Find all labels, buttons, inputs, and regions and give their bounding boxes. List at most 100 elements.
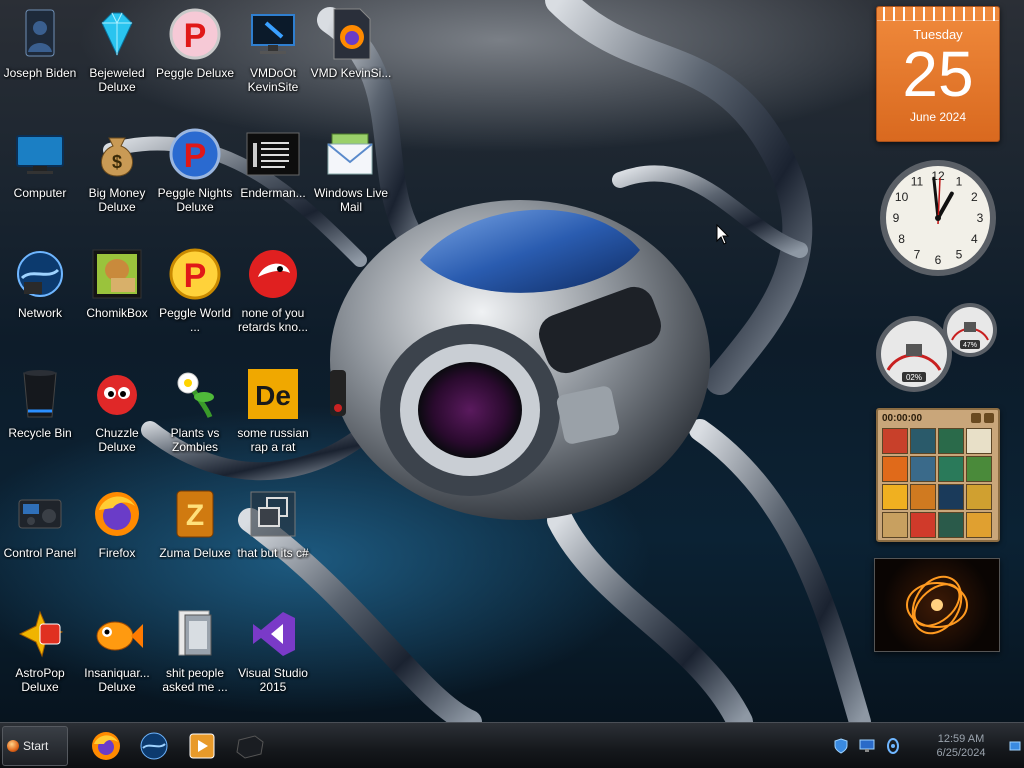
desktop-icon-windows-live-mail[interactable]: Windows Live Mail (311, 126, 391, 236)
computer-icon (12, 126, 68, 182)
desktop-icon-computer[interactable]: Computer (0, 126, 80, 236)
taskbar-firefox[interactable] (84, 726, 128, 766)
puzzle-grid (878, 426, 998, 540)
desktop-icon-label: AstroPop Deluxe (15, 666, 65, 694)
network-globe-icon (12, 246, 68, 302)
desktop-icon-peggle-nights-deluxe[interactable]: P Peggle Nights Deluxe (155, 126, 235, 236)
puzzle-tile[interactable] (966, 484, 992, 510)
desktop-icon-control-panel[interactable]: Control Panel (0, 486, 80, 596)
puzzle-tile[interactable] (966, 512, 992, 538)
tray-volume[interactable] (883, 736, 903, 756)
puzzle-tile[interactable] (938, 512, 964, 538)
desktop-icon-vmd-kevinsi[interactable]: VMD KevinSi... (311, 6, 391, 116)
puzzle-tile[interactable] (966, 456, 992, 482)
tray-clock[interactable]: 12:59 AM 6/25/2024 (924, 732, 998, 760)
desktop-icon-label: Firefox (98, 546, 136, 560)
de-icon: De (245, 366, 301, 422)
tray-network[interactable] (857, 736, 877, 756)
taskbar-media-player[interactable] (180, 726, 224, 766)
taskbar-globe[interactable] (132, 726, 176, 766)
puzzle-tile[interactable] (938, 484, 964, 510)
start-button[interactable]: Start (2, 725, 68, 766)
hamster-box-icon (89, 246, 145, 302)
desktop-icon-label: none of you retards kno... (237, 306, 309, 334)
globe-icon (140, 732, 168, 759)
start-orb-icon (7, 739, 19, 752)
desktop-icon-zuma-deluxe[interactable]: Z Zuma Deluxe (155, 486, 235, 596)
desktop-icon-label: Control Panel (3, 546, 77, 560)
desktop-icon-peggle-world[interactable]: P Peggle World ... (155, 246, 235, 356)
desktop-icon-label: VMDoOt KevinSite (247, 66, 299, 94)
desktop-icon-label: Peggle Deluxe (155, 66, 235, 80)
desktop-icon-label: Big Money Deluxe (88, 186, 146, 214)
desktop-icon-astropop-deluxe[interactable]: AstroPop Deluxe (0, 606, 80, 716)
file-folder-icon (167, 606, 223, 662)
desktop-icon-that-but-its-csharp[interactable]: that but its c# (233, 486, 313, 596)
calendar-month-year: June 2024 (909, 110, 967, 124)
puzzle-tile[interactable] (882, 428, 908, 454)
desktop-icon-shit-people-asked-me[interactable]: shit people asked me ... (155, 606, 235, 716)
network-icon (859, 739, 875, 752)
puzzle-tile[interactable] (910, 512, 936, 538)
picture-puzzle-gadget[interactable]: 00:00:00 (876, 408, 1000, 542)
puzzle-tile[interactable] (882, 512, 908, 538)
slideshow-gadget[interactable] (874, 558, 1000, 652)
desktop-icon-label: Enderman... (240, 186, 306, 200)
desktop-icon-label: Recycle Bin (8, 426, 72, 440)
desktop-icon-plants-vs-zombies[interactable]: Plants vs Zombies (155, 366, 235, 476)
desktop-icon-big-money-deluxe[interactable]: $ Big Money Deluxe (77, 126, 157, 236)
desktop-icon-vmdoot-kevinsite[interactable]: VMDoOt KevinSite (233, 6, 313, 116)
puzzle-tile[interactable] (910, 456, 936, 482)
system-tray: 12:59 AM 6/25/2024 (828, 726, 1024, 766)
puzzle-tile[interactable] (938, 428, 964, 454)
desktop-icon-joseph-biden[interactable]: Joseph Biden (0, 6, 80, 116)
media-player-icon (189, 733, 215, 758)
windows-stack-icon (245, 486, 301, 542)
tray-security[interactable] (831, 736, 851, 756)
desktop-icon-none-of-you[interactable]: none of you retards kno... (233, 246, 313, 356)
desktop-icon-label: Computer (13, 186, 67, 200)
svg-text:$: $ (112, 152, 122, 172)
puzzle-tile[interactable] (938, 456, 964, 482)
desktop-icon-visual-studio-2015[interactable]: Visual Studio 2015 (233, 606, 313, 716)
start-label: Start (23, 738, 49, 753)
clock-numeral: 9 (893, 211, 900, 225)
desktop-icon-peggle-deluxe[interactable]: P Peggle Deluxe (155, 6, 235, 116)
calendar-day: 25 (902, 38, 974, 110)
puzzle-tile[interactable] (910, 428, 936, 454)
clock-gadget[interactable]: 1234567891011 12 (878, 158, 998, 278)
monitor-icon (245, 6, 301, 62)
show-desktop-button[interactable] (1008, 726, 1022, 766)
taskbar-hardware[interactable] (228, 726, 272, 766)
desktop-icon-network[interactable]: Network (0, 246, 80, 356)
tray-time: 12:59 AM (937, 732, 985, 745)
puzzle-shuffle-button[interactable] (984, 413, 994, 423)
desktop-icon-some-russian-rap[interactable]: De some russian rap a rat (233, 366, 313, 476)
mouse-cursor-icon (716, 224, 730, 245)
cpu-meter-gadget[interactable]: 02% 47% (874, 300, 1000, 396)
puzzle-help-button[interactable] (971, 413, 981, 423)
puzzle-tile[interactable] (910, 484, 936, 510)
desktop-icon-chomikbox[interactable]: ChomikBox (77, 246, 157, 356)
desktop-icon-label: Peggle Nights Deluxe (157, 186, 233, 214)
desktop-icon-label: that but its c# (237, 546, 309, 560)
desktop-icon-firefox[interactable]: Firefox (77, 486, 157, 596)
svg-text:P: P (184, 257, 207, 295)
desktop-icon-enderman[interactable]: Enderman... (233, 126, 313, 236)
desktop-icon-bejeweled-deluxe[interactable]: Bejeweled Deluxe (77, 6, 157, 116)
desktop-icon-recycle-bin[interactable]: Recycle Bin (0, 366, 80, 476)
desktop-icon-chuzzle-deluxe[interactable]: Chuzzle Deluxe (77, 366, 157, 476)
calendar-rings (877, 7, 999, 21)
desktop-icon-label: Joseph Biden (3, 66, 77, 80)
puzzle-timer: 00:00:00 (882, 412, 923, 424)
puzzle-tile[interactable] (882, 456, 908, 482)
red-creature-icon (245, 246, 301, 302)
taskbar: Start 12:59 AM 6/25/2024 (0, 722, 1024, 768)
svg-text:Z: Z (186, 499, 204, 532)
puzzle-tile[interactable] (882, 484, 908, 510)
peggle-icon: P (167, 6, 223, 62)
desktop-icon-insaniquarium-deluxe[interactable]: Insaniquar... Deluxe (77, 606, 157, 716)
desktop-icon-label: VMD KevinSi... (310, 66, 392, 80)
calendar-gadget[interactable]: Tuesday 25 June 2024 (876, 6, 1000, 142)
puzzle-tile[interactable] (966, 428, 992, 454)
